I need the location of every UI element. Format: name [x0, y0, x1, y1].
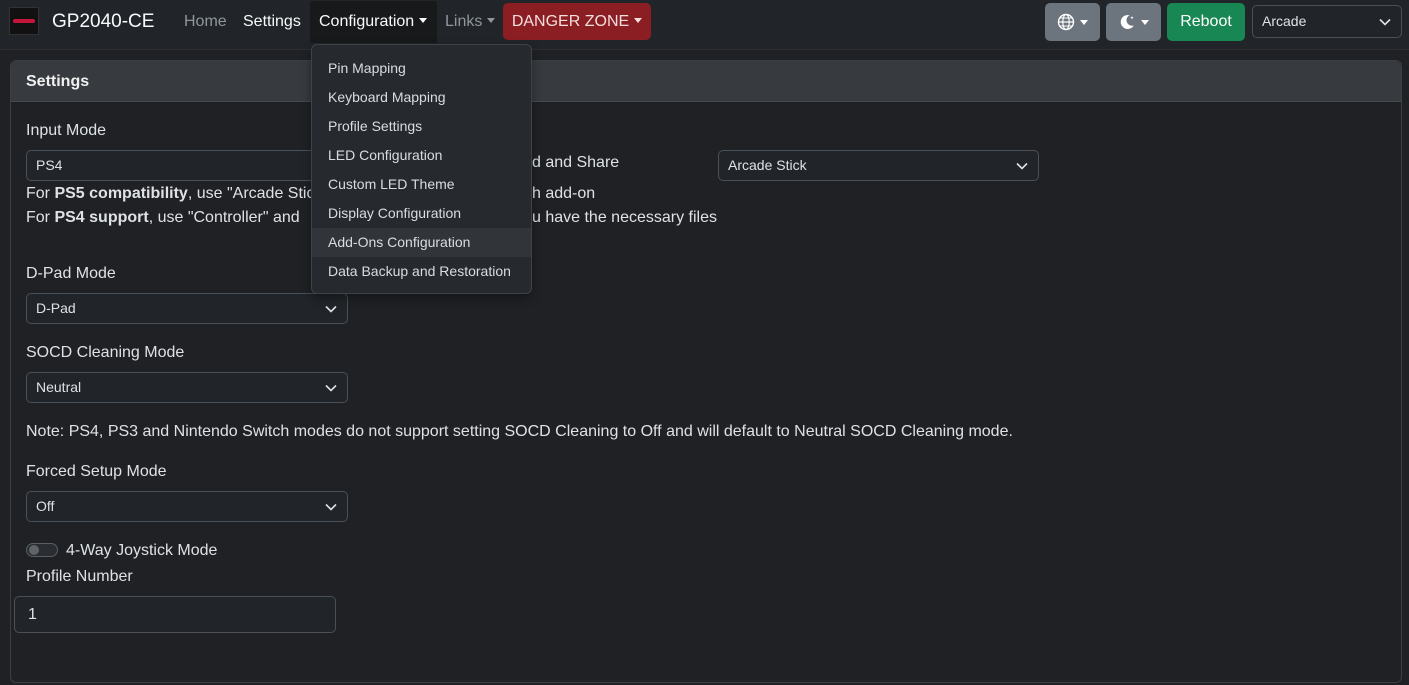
forced-setup-select[interactable]: Off: [26, 491, 348, 522]
input-mode-help-ps4: For PS4 support, use "Controller" and: [26, 209, 300, 227]
nav-settings[interactable]: Settings: [243, 13, 301, 31]
socd-mode-label: SOCD Cleaning Mode: [26, 344, 185, 361]
nav-links[interactable]: Links: [445, 13, 496, 31]
menu-item-addons-configuration[interactable]: Add-Ons Configuration: [312, 228, 531, 257]
profile-number-input[interactable]: 1: [14, 596, 336, 633]
help-ps5-prefix: For: [26, 185, 55, 202]
top-navbar: GP2040-CE Home Settings Configuration Li…: [0, 0, 1409, 50]
ps4-mode-select[interactable]: Arcade Stick: [718, 150, 1039, 181]
chevron-down-icon: [1379, 18, 1391, 26]
reboot-button[interactable]: Reboot: [1167, 3, 1245, 41]
caret-down-icon: [1080, 19, 1088, 25]
chevron-down-icon: [325, 384, 337, 392]
input-mode-label: Input Mode: [26, 122, 107, 139]
menu-item-display-configuration[interactable]: Display Configuration: [312, 199, 531, 228]
chevron-down-icon: [325, 305, 337, 313]
four-way-joystick-label: 4-Way Joystick Mode: [66, 542, 218, 559]
caret-down-icon: [634, 18, 643, 23]
profile-number-value: 1: [28, 606, 37, 623]
chevron-down-icon: [325, 503, 337, 511]
nav-configuration-label: Configuration: [319, 13, 415, 30]
card-header: Settings: [11, 61, 1401, 102]
help-ps4-text: , use "Controller" and: [148, 209, 300, 226]
ps4-mode-value: Arcade Stick: [728, 157, 807, 173]
dpad-mode-select[interactable]: D-Pad: [26, 293, 348, 324]
help-ps5-bold: PS5 compatibility: [54, 185, 188, 202]
forced-setup-label: Forced Setup Mode: [26, 463, 167, 480]
nav-home[interactable]: Home: [184, 13, 227, 31]
danger-zone-label: DANGER ZONE: [511, 13, 630, 30]
caret-down-icon: [487, 18, 496, 23]
input-mode-help-ps5: For PS5 compatibility, use "Arcade Stic: [26, 185, 314, 203]
configuration-dropdown-menu: Pin Mapping Keyboard Mapping Profile Set…: [311, 44, 532, 294]
menu-item-profile-settings[interactable]: Profile Settings: [312, 112, 531, 141]
menu-item-keyboard-mapping[interactable]: Keyboard Mapping: [312, 83, 531, 112]
language-button[interactable]: [1045, 3, 1100, 41]
profile-select-value: Arcade: [1262, 13, 1307, 29]
toggle-knob: [29, 545, 39, 555]
caret-down-icon: [419, 18, 428, 23]
forced-setup-value: Off: [36, 498, 55, 514]
chevron-down-icon: [1016, 162, 1028, 170]
profile-number-label: Profile Number: [26, 568, 133, 585]
theme-button[interactable]: [1106, 3, 1161, 41]
profile-select[interactable]: Arcade: [1252, 5, 1402, 38]
input-mode-value: PS4: [36, 157, 63, 173]
card-title: Settings: [26, 73, 90, 90]
danger-zone-button[interactable]: DANGER ZONE: [503, 3, 651, 40]
help-ps4-prefix: For: [26, 209, 55, 226]
brand-logo[interactable]: [9, 7, 39, 35]
socd-mode-value: Neutral: [36, 379, 82, 395]
caret-down-icon: [1141, 19, 1149, 25]
help-ps5-text: , use "Arcade Stic: [187, 185, 315, 202]
help-ps4-bold: PS4 support: [54, 209, 149, 226]
socd-note: Note: PS4, PS3 and Nintendo Switch modes…: [26, 423, 1013, 440]
input-mode-help-ps5-tail: h add-on: [532, 185, 596, 202]
menu-item-led-configuration[interactable]: LED Configuration: [312, 141, 531, 170]
dpad-mode-value: D-Pad: [36, 300, 76, 316]
menu-item-data-backup[interactable]: Data Backup and Restoration: [312, 257, 531, 286]
moon-icon: [1120, 14, 1134, 29]
socd-mode-select[interactable]: Neutral: [26, 372, 348, 403]
nav-links-label: Links: [445, 13, 483, 30]
menu-item-custom-led-theme[interactable]: Custom LED Theme: [312, 170, 531, 199]
input-mode-help-ps4-tail: u have the necessary files: [532, 209, 717, 226]
menu-item-pin-mapping[interactable]: Pin Mapping: [312, 54, 531, 83]
globe-icon: [1057, 13, 1075, 31]
dpad-mode-label: D-Pad Mode: [26, 265, 116, 282]
brand-name[interactable]: GP2040-CE: [52, 11, 154, 33]
ps4-mode-label: d and Share: [532, 154, 620, 171]
input-mode-select[interactable]: PS4: [26, 150, 348, 181]
four-way-joystick-toggle[interactable]: [26, 543, 58, 557]
nav-configuration[interactable]: Configuration: [319, 13, 428, 31]
